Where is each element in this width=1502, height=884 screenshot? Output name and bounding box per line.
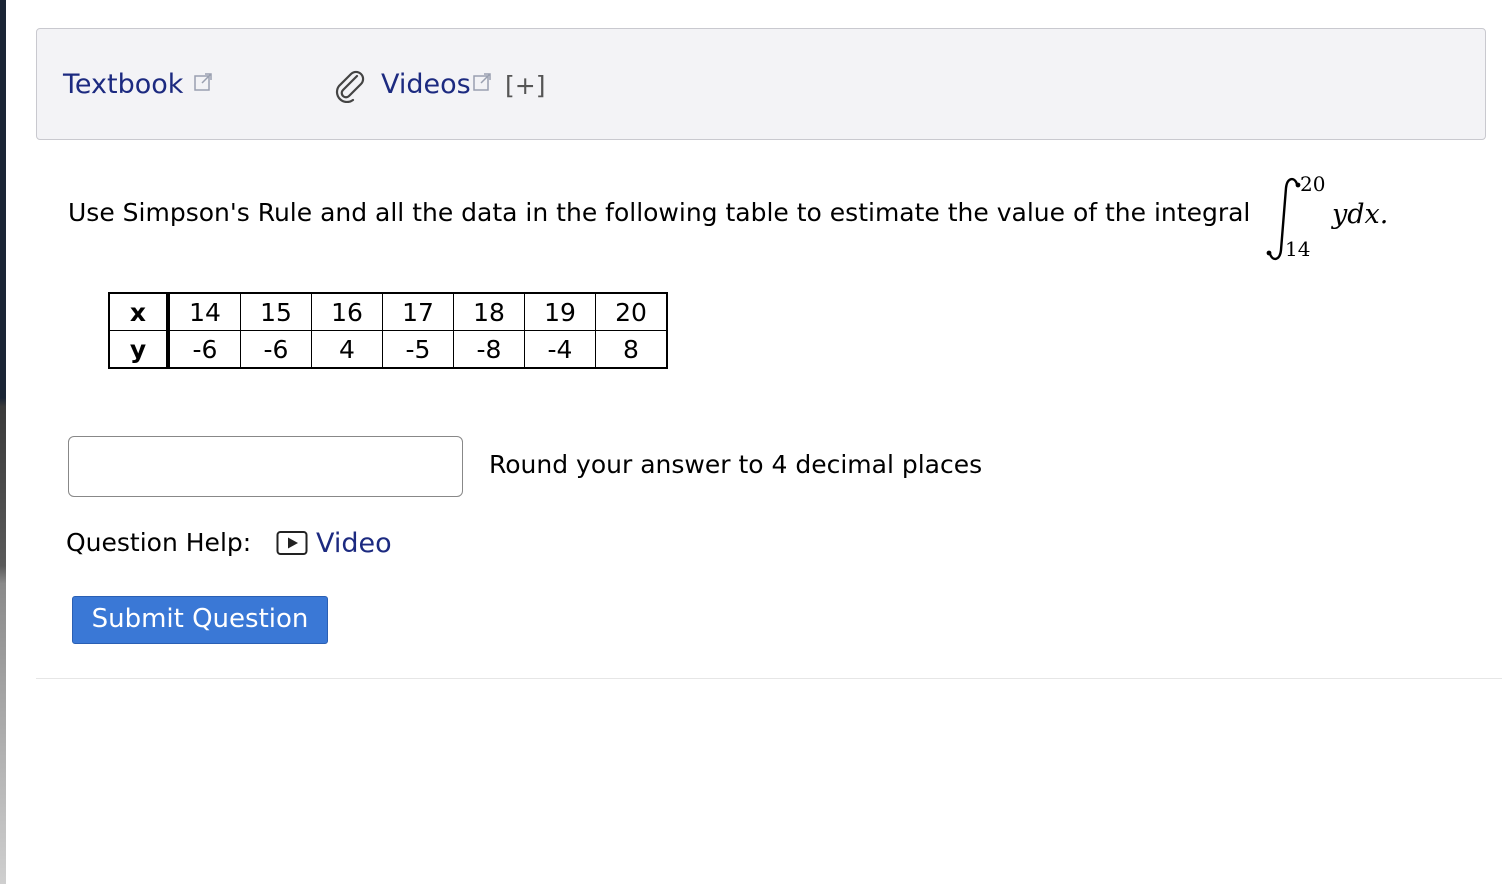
table-cell: 17 — [382, 292, 454, 331]
table-cell: -6 — [240, 330, 312, 369]
table-cell: 4 — [311, 330, 383, 369]
textbook-link[interactable]: Textbook — [63, 69, 183, 100]
paperclip-icon — [335, 70, 365, 103]
table-row-header: x — [108, 292, 170, 331]
rounding-instruction: Round your answer to 4 decimal places — [489, 450, 983, 479]
integral-integrand: ydx. — [1332, 199, 1389, 230]
table-cell: 16 — [311, 292, 383, 331]
integral-lower-limit: 14 — [1285, 237, 1311, 261]
integral-upper-limit: 20 — [1300, 172, 1326, 196]
external-link-icon[interactable] — [472, 72, 492, 92]
table-cell: -6 — [167, 330, 241, 369]
table-cell: 20 — [595, 292, 668, 331]
table-cell: -8 — [453, 330, 525, 369]
table-cell: 8 — [595, 330, 668, 369]
help-video-link[interactable]: Video — [316, 528, 392, 559]
table-row: y -6 -6 4 -5 -8 -4 8 — [108, 330, 668, 369]
integral-expression: 20 14 ydx. — [1260, 170, 1420, 270]
table-cell: -4 — [524, 330, 596, 369]
data-table: x 14 15 16 17 18 19 20 y -6 -6 4 -5 -8 -… — [108, 292, 668, 369]
table-row: x 14 15 16 17 18 19 20 — [108, 292, 668, 331]
question-help-label: Question Help: — [66, 528, 252, 557]
submit-question-button[interactable]: Submit Question — [72, 596, 328, 644]
table-cell: 18 — [453, 292, 525, 331]
window-edge — [0, 0, 6, 884]
question-prompt: Use Simpson's Rule and all the data in t… — [68, 198, 1251, 227]
play-video-icon[interactable] — [276, 530, 308, 556]
table-cell: 19 — [524, 292, 596, 331]
table-cell: -5 — [382, 330, 454, 369]
table-row-header: y — [108, 330, 170, 369]
expand-videos-toggle[interactable]: [+] — [505, 71, 545, 100]
resources-panel: Textbook Videos [+] — [36, 28, 1486, 140]
external-link-icon[interactable] — [193, 72, 213, 92]
table-cell: 14 — [167, 292, 241, 331]
table-cell: 15 — [240, 292, 312, 331]
videos-link[interactable]: Videos — [381, 69, 471, 100]
answer-input[interactable] — [68, 436, 463, 497]
divider — [36, 678, 1502, 679]
